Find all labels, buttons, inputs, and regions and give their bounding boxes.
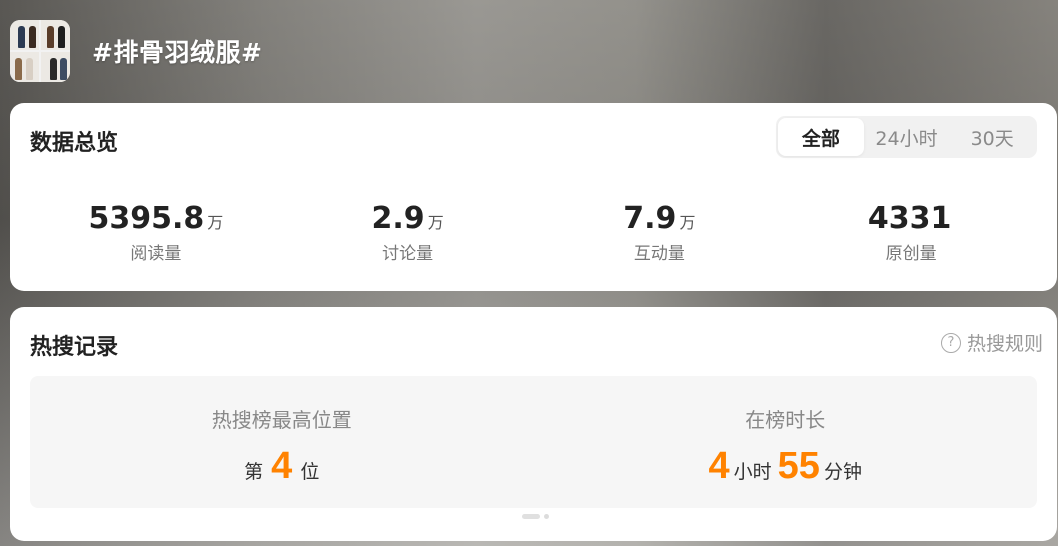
peak-position-label: 热搜榜最高位置 bbox=[211, 408, 352, 432]
peak-prefix: 第 bbox=[244, 461, 264, 483]
thumb-cell bbox=[41, 52, 70, 82]
stat-value: 7.9 bbox=[623, 201, 677, 236]
pager-dot[interactable] bbox=[544, 514, 549, 519]
thumb-cell bbox=[10, 52, 39, 82]
outfit-collage-icon[interactable] bbox=[10, 20, 70, 82]
peak-value: 4 bbox=[271, 445, 293, 487]
hours-unit: 小时 bbox=[733, 461, 772, 483]
overview-title: 数据总览 bbox=[30, 131, 119, 156]
duration-on-list: 在榜时长 4 小时 55 分钟 bbox=[534, 376, 1038, 508]
duration-label: 在榜时长 bbox=[745, 408, 826, 432]
overview-card: 数据总览 全部 24小时 30天 5395.8 万 阅读量 2.9 万 讨论量 … bbox=[10, 103, 1057, 291]
hot-rules-label: 热搜规则 bbox=[966, 333, 1043, 355]
duration-minutes: 55 bbox=[777, 445, 820, 487]
peak-suffix: 位 bbox=[300, 461, 320, 483]
stat-label: 阅读量 bbox=[130, 244, 182, 264]
hot-search-panel: 热搜榜最高位置 第 4 位 在榜时长 4 小时 55 分钟 bbox=[30, 376, 1037, 508]
stat-interactions: 7.9 万 互动量 bbox=[534, 201, 786, 264]
time-range-tabs: 全部 24小时 30天 bbox=[776, 116, 1037, 158]
stat-reads: 5395.8 万 阅读量 bbox=[30, 201, 282, 264]
hot-rules-link[interactable]: ? 热搜规则 bbox=[940, 329, 1043, 356]
peak-position: 热搜榜最高位置 第 4 位 bbox=[30, 376, 534, 508]
stat-value: 5395.8 bbox=[88, 201, 205, 236]
stat-label: 讨论量 bbox=[382, 244, 434, 264]
tab-24h[interactable]: 24小时 bbox=[864, 118, 950, 156]
tab-all[interactable]: 全部 bbox=[778, 118, 864, 156]
hot-search-title: 热搜记录 bbox=[30, 335, 119, 360]
stat-label: 原创量 bbox=[885, 244, 937, 264]
stat-unit: 万 bbox=[427, 213, 444, 232]
stat-value: 2.9 bbox=[371, 201, 425, 236]
topic-header: #排骨羽绒服# bbox=[10, 20, 262, 82]
page-indicator bbox=[520, 514, 551, 519]
hot-search-card: 热搜记录 ? 热搜规则 热搜榜最高位置 第 4 位 在榜时长 4 小时 55 分… bbox=[10, 307, 1057, 541]
thumb-cell bbox=[10, 20, 39, 50]
tab-30d[interactable]: 30天 bbox=[949, 118, 1035, 156]
stat-discussions: 2.9 万 讨论量 bbox=[282, 201, 534, 264]
topic-title: #排骨羽绒服# bbox=[92, 38, 263, 67]
stat-value: 4331 bbox=[867, 201, 952, 236]
stat-originals: 4331 原创量 bbox=[785, 201, 1037, 264]
stat-unit: 万 bbox=[679, 213, 696, 232]
stat-label: 互动量 bbox=[633, 244, 685, 264]
stat-unit: 万 bbox=[207, 213, 224, 232]
thumb-cell bbox=[41, 20, 70, 50]
question-circle-icon: ? bbox=[940, 332, 961, 353]
pager-dot-active[interactable] bbox=[522, 514, 540, 519]
minutes-unit: 分钟 bbox=[823, 461, 862, 483]
stats-row: 5395.8 万 阅读量 2.9 万 讨论量 7.9 万 互动量 4331 原创 bbox=[30, 201, 1037, 264]
duration-hours: 4 bbox=[708, 445, 730, 487]
